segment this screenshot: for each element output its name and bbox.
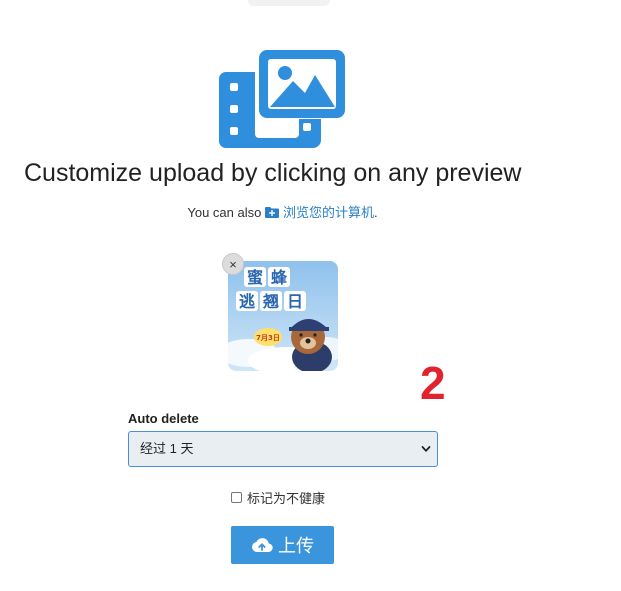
browse-hint: You can also 浏览您的计算机. xyxy=(0,202,565,221)
auto-delete-label: Auto delete xyxy=(128,411,199,426)
nsfw-label: 标记为不健康 xyxy=(247,491,326,506)
upload-button[interactable]: 上传 xyxy=(231,526,334,564)
auto-delete-select[interactable]: 经过 1 天 xyxy=(128,431,438,467)
upload-button-label: 上传 xyxy=(278,536,314,556)
page-title: Customize upload by clicking on any prev… xyxy=(24,159,522,187)
nsfw-checkbox[interactable] xyxy=(231,492,242,503)
svg-text:日: 日 xyxy=(287,292,303,311)
nsfw-option: 标记为不健康 xyxy=(231,488,325,507)
svg-text:蜜: 蜜 xyxy=(247,268,263,287)
svg-text:逃: 逃 xyxy=(239,292,256,311)
top-decoration xyxy=(248,0,330,6)
browse-hint-suffix: . xyxy=(374,205,378,220)
auto-delete-value: 经过 1 天 xyxy=(140,441,194,456)
svg-text:7月3日: 7月3日 xyxy=(256,334,280,342)
svg-text:翘: 翘 xyxy=(262,292,279,311)
browse-hint-prefix: You can also xyxy=(187,205,262,220)
remove-preview-button[interactable]: × xyxy=(222,253,244,275)
media-image-icon xyxy=(219,47,345,148)
upload-preview-thumbnail[interactable]: 蜜 蜂 逃 翘 日 7月3日 xyxy=(228,261,338,371)
step-marker: 2 xyxy=(420,357,446,409)
browse-link-label: 浏览您的计算机 xyxy=(282,205,374,220)
upload-page: Customize upload by clicking on any prev… xyxy=(0,0,621,591)
chevron-down-icon xyxy=(421,446,431,452)
preview-image: 蜜 蜂 逃 翘 日 7月3日 xyxy=(228,261,338,371)
svg-text:蜂: 蜂 xyxy=(271,268,288,287)
cloud-upload-icon xyxy=(252,538,273,553)
browse-computer-link[interactable]: 浏览您的计算机 xyxy=(264,205,374,220)
folder-plus-icon xyxy=(264,207,279,218)
